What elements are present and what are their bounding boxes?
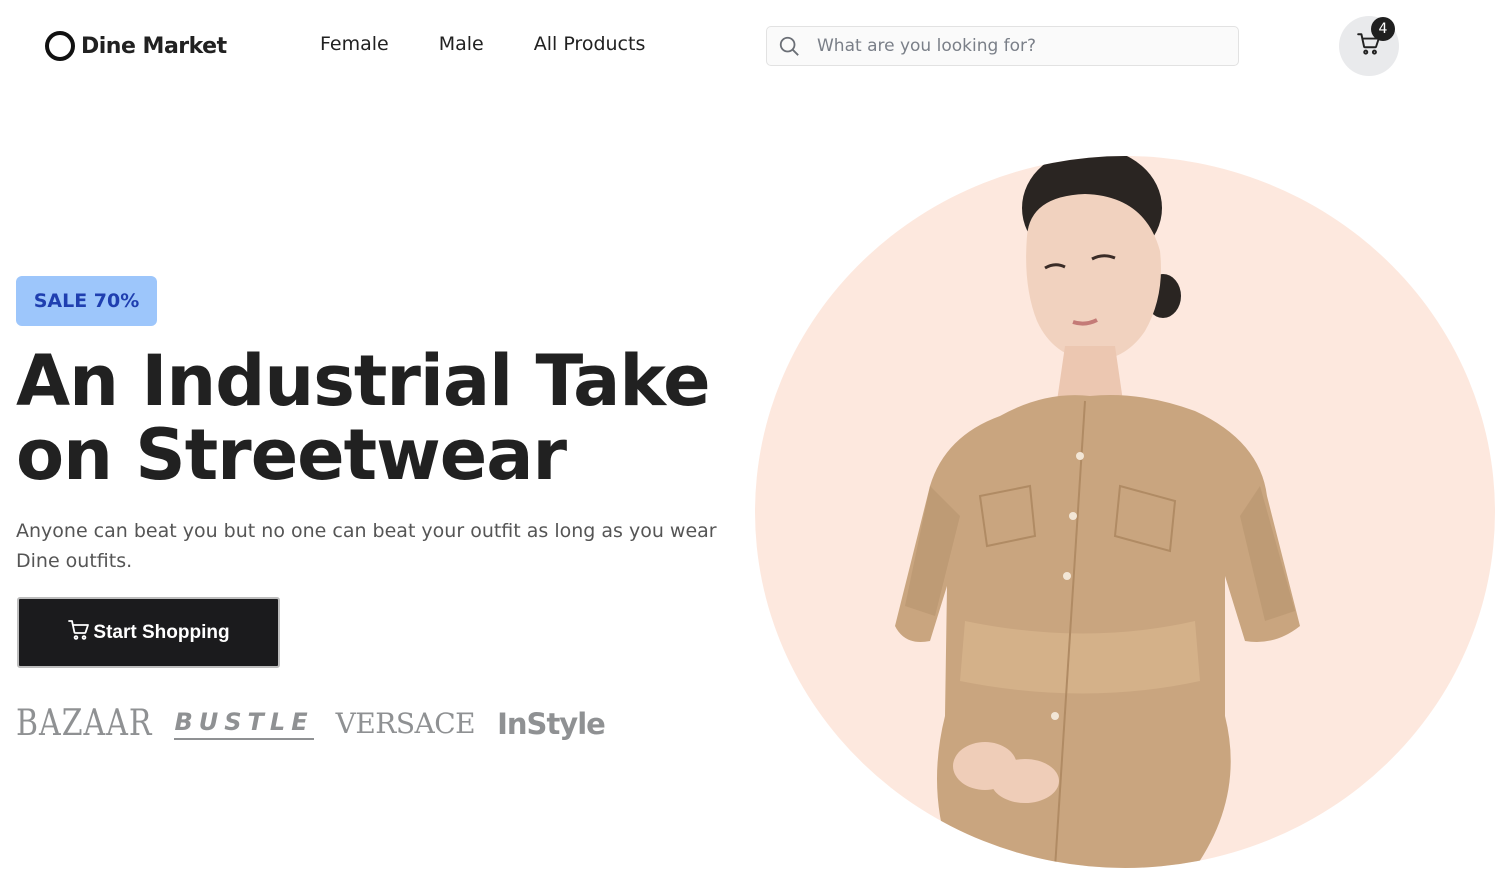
brand-logo-bustle: BUSTLE [174,708,314,740]
start-shopping-button[interactable]: Start Shopping [17,597,280,668]
hero-title: An Industrial Take on Streetwear [16,340,711,496]
brand-logo-instyle: InStyle [497,706,606,741]
model-illustration [895,156,1300,868]
brand-logo-bazaar: BAZAAR [16,702,153,745]
logo-ring-icon [45,31,75,61]
cart-button[interactable]: 4 [1339,16,1399,76]
nav-item-female[interactable]: Female [320,33,389,55]
main-nav: Female Male All Products [320,33,695,55]
start-shopping-label: Start Shopping [93,621,230,643]
logo[interactable]: Dine Market [45,31,227,61]
brand-logo-versace: VERSACE [335,707,476,740]
search-input[interactable] [817,36,1217,56]
search-bar [766,26,1239,66]
search-icon[interactable] [767,26,811,66]
hero-image [755,156,1495,868]
featured-brands: BAZAAR BUSTLE VERSACE InStyle [16,703,627,745]
logo-text: Dine Market [81,33,227,59]
nav-item-male[interactable]: Male [439,33,484,55]
hero-description: Anyone can beat you but no one can beat … [16,520,717,572]
sale-badge: SALE 70% [16,276,157,326]
cart-icon [67,618,91,648]
nav-item-all-products[interactable]: All Products [534,33,646,55]
cart-count-badge: 4 [1371,17,1395,41]
